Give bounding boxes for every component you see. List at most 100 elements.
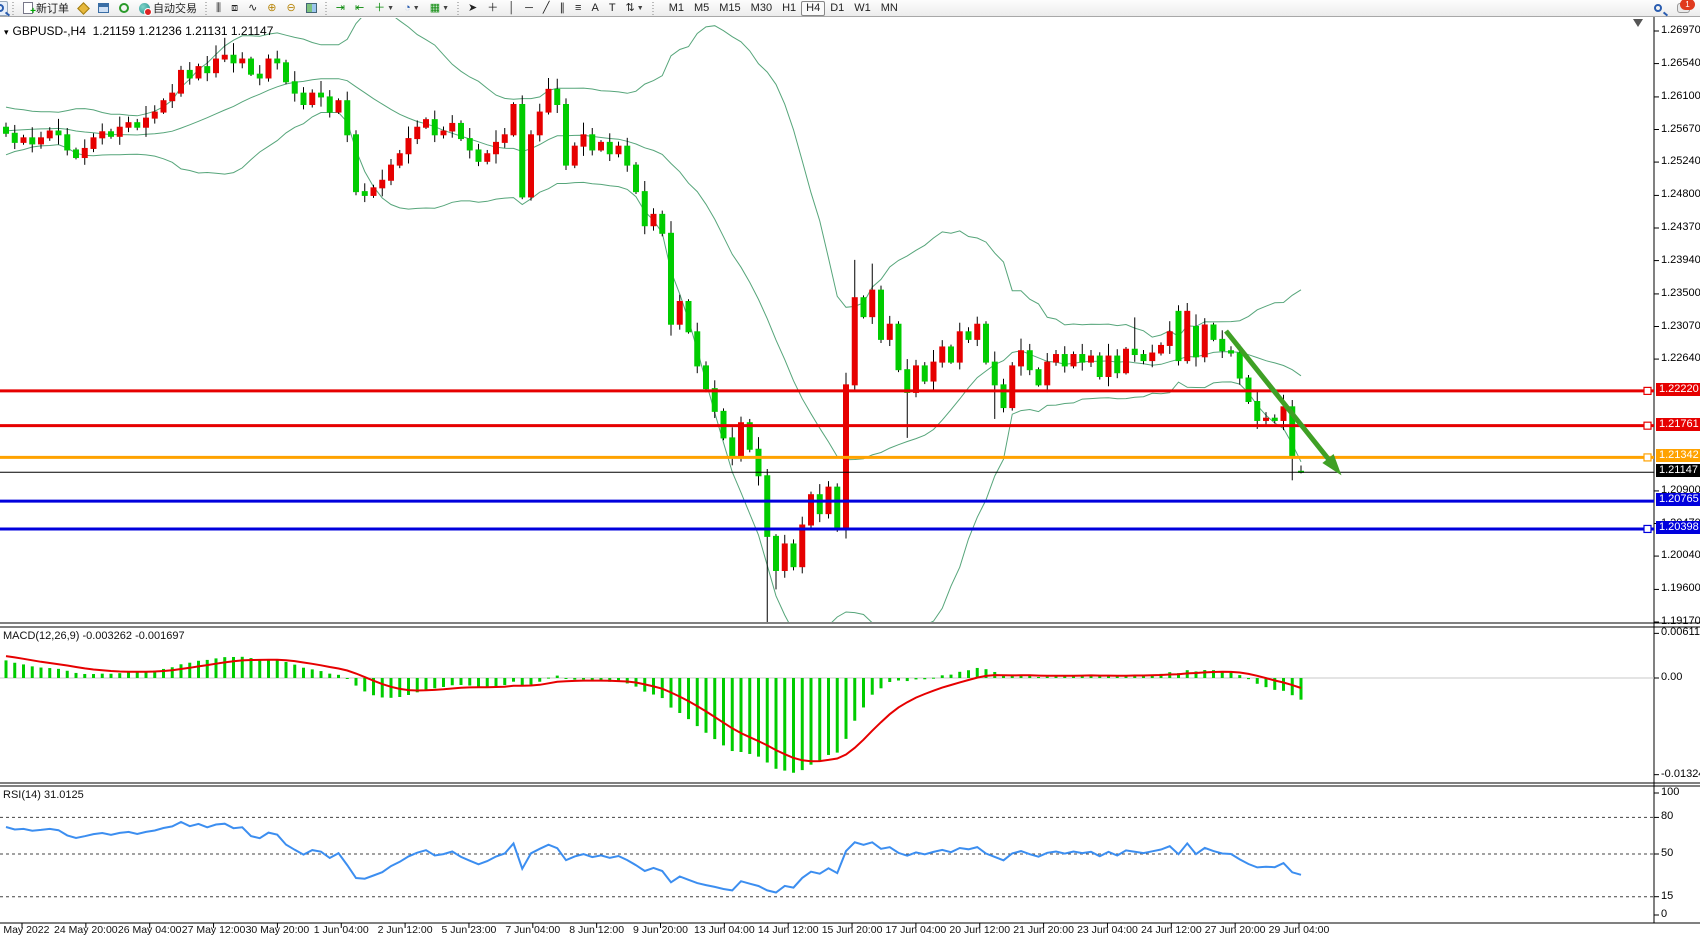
- cursor-button[interactable]: ➤: [464, 1, 481, 16]
- line-chart-button[interactable]: ∿: [244, 1, 261, 16]
- text-button[interactable]: A: [587, 1, 602, 16]
- text-label-button[interactable]: T: [605, 1, 620, 16]
- time-axis-label: 2 Jun 12:00: [378, 924, 433, 936]
- time-axis-label: 20 Jun 12:00: [949, 924, 1010, 936]
- templates-icon: ▦: [430, 2, 440, 15]
- trade-group: 新订单 自动交易: [18, 0, 202, 17]
- time-axis-label: 14 Jun 12:00: [758, 924, 819, 936]
- fibonacci-button[interactable]: ≡: [571, 1, 585, 16]
- zoom-out-button[interactable]: ⊖: [283, 1, 300, 16]
- time-axis-label: 30 May 20:00: [246, 924, 310, 936]
- templates-button[interactable]: ▦▼: [426, 1, 453, 16]
- signals-button[interactable]: [115, 1, 133, 16]
- chart-control-group: ⇥⇤＋▼◔▼▦▼: [331, 0, 454, 17]
- text-icon: A: [591, 2, 598, 15]
- search-button[interactable]: [1650, 1, 1666, 16]
- auto-trading-button[interactable]: 自动交易: [135, 1, 201, 16]
- chart-symbol-period: GBPUSD-,H4: [13, 24, 86, 38]
- magnifier-icon: [1654, 4, 1662, 12]
- resistance-line-2-price-tag: 1.21761: [1656, 418, 1700, 431]
- chart-search-icon[interactable]: [0, 1, 8, 16]
- time-axis-label: 24 Jun 12:00: [1141, 924, 1202, 936]
- auto-scroll-button[interactable]: ⇤: [351, 1, 368, 16]
- new-chart-button[interactable]: [94, 1, 113, 16]
- time-axis-label: 15 Jun 20:00: [822, 924, 883, 936]
- line-chart-icon: ∿: [248, 2, 257, 15]
- price-axis-tick: 1.26100: [1661, 90, 1700, 102]
- horizontal-line-button[interactable]: ─: [521, 1, 537, 16]
- chat-bubble-icon: [1677, 3, 1690, 13]
- rsi-axis-tick: 100: [1661, 786, 1679, 798]
- price-axis-tick: 1.23940: [1661, 254, 1700, 266]
- time-axis-label: 29 Jun 04:00: [1269, 924, 1330, 936]
- chart-shift-button[interactable]: ⇥: [332, 1, 349, 16]
- zoom-out-icon: ⊖: [287, 2, 296, 15]
- styler-button[interactable]: [75, 1, 92, 16]
- candlestick-chart-button[interactable]: ⧈: [227, 1, 242, 16]
- timeframe-h1[interactable]: H1: [777, 1, 801, 16]
- timeframe-m30[interactable]: M30: [746, 1, 777, 16]
- time-axis-label: 27 Jun 20:00: [1205, 924, 1266, 936]
- time-axis-label: 8 Jun 12:00: [569, 924, 624, 936]
- timeframe-mn[interactable]: MN: [876, 1, 903, 16]
- notifications-button[interactable]: [1673, 1, 1694, 16]
- toolbar-separator: [11, 2, 16, 15]
- indicators-icon: ＋: [374, 2, 385, 15]
- arrows-icon: ⇅: [626, 2, 635, 15]
- chevron-down-icon[interactable]: ▼: [387, 5, 394, 12]
- magnifier-icon: [0, 4, 4, 12]
- new-order-button[interactable]: 新订单: [19, 1, 73, 16]
- chevron-down-icon[interactable]: ▼: [442, 5, 449, 12]
- price-axis-tick: 1.22640: [1661, 352, 1700, 364]
- toolbar: 新订单自动交易⫼⧈∿⊕⊖⇥⇤＋▼◔▼▦▼➤＋│─╱∥≡AT⇅▼M1M5M15M3…: [0, 0, 1700, 17]
- zoom-in-button[interactable]: ⊕: [263, 1, 280, 16]
- mt4-terminal: 新订单自动交易⫼⧈∿⊕⊖⇥⇤＋▼◔▼▦▼➤＋│─╱∥≡AT⇅▼M1M5M15M3…: [0, 0, 1700, 936]
- chevron-down-icon[interactable]: ▼: [637, 5, 644, 12]
- timeframe-w1[interactable]: W1: [849, 1, 876, 16]
- price-axis-tick: 1.25670: [1661, 123, 1700, 135]
- fibonacci-icon: ≡: [575, 2, 581, 15]
- toolbar-separator: [324, 2, 329, 15]
- time-axis-label: 3 May 2022: [0, 924, 49, 936]
- arrows-button[interactable]: ⇅▼: [622, 1, 648, 16]
- time-axis-label: 5 Jun 23:00: [441, 924, 496, 936]
- crosshair-icon: ＋: [487, 2, 498, 15]
- vertical-line-icon: │: [508, 2, 515, 15]
- timeframe-d1[interactable]: D1: [825, 1, 849, 16]
- timeframe-m5[interactable]: M5: [689, 1, 714, 16]
- price-axis-tick: 1.23070: [1661, 320, 1700, 332]
- macd-axis-tick: -0.013241: [1661, 768, 1700, 780]
- resistance-line-1-handle[interactable]: [1644, 387, 1651, 394]
- chart-ohlc-readout: 1.21159 1.21236 1.21131 1.21147: [93, 24, 274, 38]
- timeframe-h4[interactable]: H4: [801, 1, 825, 16]
- time-axis-label: 26 May 04:00: [118, 924, 182, 936]
- rsi-axis-tick: 15: [1661, 890, 1673, 902]
- collapse-triangle-icon[interactable]: ▾: [4, 27, 9, 37]
- support-line-blue-1-price-tag: 1.20765: [1656, 493, 1700, 506]
- timeframe-m1[interactable]: M1: [664, 1, 689, 16]
- chart-title: ▾ GBPUSD-,H4 1.21159 1.21236 1.21131 1.21…: [4, 24, 273, 38]
- globe-icon: [139, 3, 150, 14]
- highlighter-icon: [77, 2, 90, 15]
- support-line-blue-2-handle[interactable]: [1644, 525, 1651, 532]
- support-line-orange-handle[interactable]: [1644, 454, 1651, 461]
- periods-button[interactable]: ◔▼: [400, 1, 424, 16]
- indicators-button[interactable]: ＋▼: [370, 1, 398, 16]
- time-axis-label: 1 Jun 04:00: [314, 924, 369, 936]
- crosshair-button[interactable]: ＋: [483, 1, 502, 16]
- bar-chart-icon: ⫼: [216, 2, 221, 15]
- chart-canvas[interactable]: [0, 0, 1700, 936]
- resistance-line-2-handle[interactable]: [1644, 422, 1651, 429]
- chevron-down-icon[interactable]: ▼: [413, 5, 420, 12]
- price-axis-tick: 1.26540: [1661, 57, 1700, 69]
- equidistant-channel-button[interactable]: ∥: [556, 1, 570, 16]
- bar-chart-button[interactable]: ⫼: [212, 1, 225, 16]
- price-axis-tick: 1.20040: [1661, 549, 1700, 561]
- trendline-button[interactable]: ╱: [539, 1, 554, 16]
- toolbar-separator: [204, 2, 209, 15]
- bid-price-line-price-tag: 1.21147: [1656, 464, 1700, 477]
- timeframe-m15[interactable]: M15: [714, 1, 745, 16]
- tile-windows-button[interactable]: [302, 1, 321, 16]
- vertical-line-button[interactable]: │: [504, 1, 519, 16]
- time-axis-label: 7 Jun 04:00: [505, 924, 560, 936]
